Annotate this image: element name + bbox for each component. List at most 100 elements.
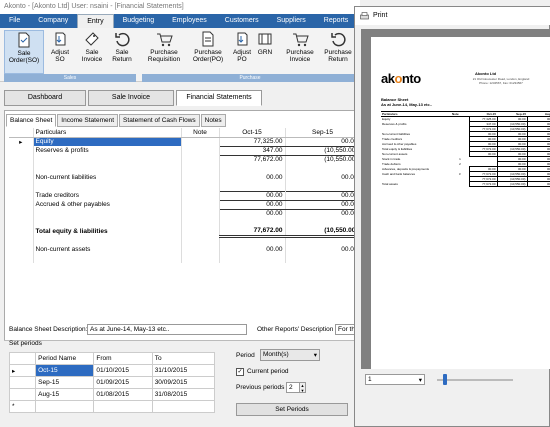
grid-cell[interactable] [181,155,220,164]
grid-cell[interactable]: Trade creditors [33,191,182,200]
grid-cell[interactable] [181,236,220,245]
purchase-return-button[interactable]: Purchase Return [318,30,358,74]
grid-cell[interactable] [285,218,361,227]
tab-dashboard[interactable]: Dashboard [4,90,86,106]
grid-cell[interactable] [33,164,182,173]
menu-file[interactable]: File [0,14,29,28]
grid-cell[interactable] [181,254,220,263]
new-row-indicator[interactable]: * [8,400,37,413]
description-input[interactable]: As at June-14, May-13 etc.. [87,324,247,335]
grid-cell[interactable] [181,191,220,200]
page-select[interactable]: 1 ▾ [365,374,425,385]
table-row[interactable] [9,182,361,191]
grid-cell[interactable]: 00.00 [219,245,286,254]
grid-cell[interactable] [219,182,286,191]
grid-cell[interactable] [33,218,182,227]
grid-cell[interactable] [219,254,286,263]
period-row[interactable]: ▸ Oct-15 01/10/2015 31/10/2015 [8,364,216,377]
tab-sale-invoice[interactable]: Sale Invoice [88,90,174,106]
menu-reports[interactable]: Reports [315,14,358,28]
zoom-slider-thumb[interactable] [443,374,447,385]
tab-financial-statements[interactable]: Financial Statements [176,90,262,106]
table-row[interactable] [9,254,361,263]
grid-cell[interactable] [181,245,220,254]
table-row[interactable]: Accrued & other payables 00.00 00.00 [9,199,361,210]
grn-button[interactable]: GRN [250,30,280,74]
tab-balance-sheet[interactable]: Balance Sheet [6,114,57,127]
period-row[interactable]: Aug-15 01/08/2015 31/08/2015 [8,388,216,401]
period-cell[interactable] [93,400,153,413]
grid-cell[interactable]: 347.00 [219,146,286,156]
table-row[interactable]: 00.00 00.00 [9,209,361,218]
period-cell[interactable]: Sep-15 [35,376,95,389]
sale-order-button[interactable]: Sale Order(SO) [4,30,44,74]
table-row[interactable]: Trade creditors 00.00 00.00 [9,190,361,201]
grid-cell[interactable]: 00.00 [219,190,286,201]
grid-cell[interactable] [181,173,220,182]
grid-cell[interactable] [181,218,220,227]
grid-cell[interactable] [285,182,361,191]
set-periods-button[interactable]: Set Periods [236,403,348,416]
grid-cell[interactable]: Non-current liabilities [33,173,182,182]
grid-cell[interactable]: (10,550.00) [285,155,361,164]
grid-cell[interactable]: 00.00 [285,209,361,218]
grid-cell[interactable] [181,182,220,191]
grid-cell[interactable] [285,164,361,173]
period-cell[interactable]: 31/10/2015 [151,364,216,377]
grid-cell[interactable] [33,209,182,218]
purchase-requisition-button[interactable]: Purchase Requisition [142,30,186,74]
grid-cell[interactable] [181,137,220,146]
menu-employees[interactable]: Employees [163,14,216,28]
grid-cell[interactable]: 00.00 [219,199,286,210]
grid-cell[interactable] [181,200,220,209]
grid-cell[interactable]: Reserves & profits [33,146,182,155]
grid-cell[interactable]: Total equity & liabilities [33,227,182,236]
grid-cell[interactable] [181,227,220,236]
grid-cell[interactable]: 00.00 [285,136,361,147]
grid-cell[interactable] [285,254,361,263]
table-row[interactable] [9,218,361,227]
grid-cell[interactable] [33,254,182,263]
grid-cell[interactable] [285,236,361,245]
table-row[interactable]: Non-current liabilities 00.00 00.00 [9,173,361,182]
menu-budgeting[interactable]: Budgeting [114,14,164,28]
grid-cell[interactable]: 77,672.00 [219,155,286,164]
tab-notes[interactable]: Notes [200,114,226,127]
table-row[interactable]: Total equity & liabilities 77,672.00 (10,5… [9,227,361,238]
period-cell[interactable] [35,400,95,413]
menu-customers[interactable]: Customers [216,14,268,28]
grid-cell[interactable] [33,182,182,191]
grid-cell[interactable] [219,218,286,227]
grid-cell[interactable] [219,236,286,245]
period-cell[interactable]: 01/10/2015 [93,364,153,377]
table-row[interactable]: ▸ Equity 77,325.00 00.00 [9,136,361,147]
period-row[interactable]: Sep-15 01/09/2015 30/09/2015 [8,376,216,389]
sale-return-button[interactable]: Sale Return [102,30,142,74]
menu-suppliers[interactable]: Suppliers [268,14,315,28]
grid-cell[interactable]: 00.00 [285,173,361,182]
grid-cell[interactable]: (10,550.00) [285,227,361,238]
period-cell[interactable]: 31/08/2015 [151,388,216,401]
grid-cell[interactable] [181,164,220,173]
grid-cell[interactable]: 00.00 [285,245,361,254]
period-cell[interactable]: Oct-15 [35,364,95,377]
tab-cash-flows[interactable]: Statement of Cash Flows [119,114,200,127]
previous-periods-spinner[interactable]: ▲ ▼ [299,382,306,393]
current-period-checkbox[interactable]: ✓ [236,368,244,376]
grid-cell[interactable]: Accrued & other payables [33,200,182,209]
grid-cell[interactable]: 00.00 [285,199,361,210]
new-period-row[interactable]: * [8,400,216,413]
period-cell[interactable]: 30/09/2015 [151,376,216,389]
period-cell[interactable]: 01/08/2015 [93,388,153,401]
grid-cell[interactable]: 00.00 [219,209,286,218]
grid-cell[interactable]: Equity [33,137,182,146]
menu-entry[interactable]: Entry [77,14,114,28]
grid-cell[interactable]: (10,550.00) [285,146,361,156]
grid-cell[interactable] [33,236,182,245]
tab-income-statement[interactable]: Income Statement [57,114,119,127]
table-row[interactable]: Reserves & profits 347.00 (10,550.00) [9,146,361,156]
grid-cell[interactable]: 00.00 [285,190,361,201]
grid-cell[interactable]: 77,672.00 [219,227,286,238]
grid-cell[interactable] [181,209,220,218]
period-cell[interactable] [151,400,216,413]
